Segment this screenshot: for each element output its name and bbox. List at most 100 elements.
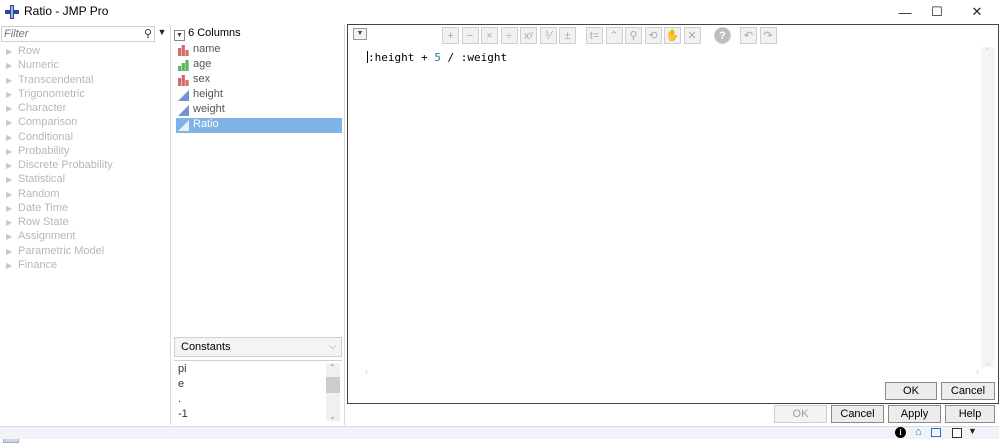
function-category-label: Statistical xyxy=(18,173,66,186)
local-icon[interactable]: ⚲ xyxy=(625,27,642,44)
columns-menu-icon[interactable]: ▼ xyxy=(174,30,185,41)
expand-arrow-icon[interactable]: ▶ xyxy=(6,61,18,70)
scroll-down-icon[interactable]: ⌄ xyxy=(984,358,991,367)
function-category-item[interactable]: ▶ Comparison xyxy=(6,116,77,130)
filter-box[interactable]: ⚲ xyxy=(1,26,155,42)
expand-arrow-icon[interactable]: ▶ xyxy=(6,190,18,199)
expand-arrow-icon[interactable]: ▶ xyxy=(6,204,18,213)
scroll-thumb[interactable] xyxy=(326,377,340,393)
column-label: age xyxy=(193,58,212,70)
expand-arrow-icon[interactable]: ▶ xyxy=(6,90,18,99)
function-category-item[interactable]: ▶ Parametric Model xyxy=(6,245,104,259)
expand-arrow-icon[interactable]: ▶ xyxy=(6,247,18,256)
dialog-cancel-button[interactable]: Cancel xyxy=(831,405,884,423)
scroll-down-icon[interactable]: ⌄ xyxy=(329,412,336,421)
expand-arrow-icon[interactable]: ▶ xyxy=(6,118,18,127)
function-category-item[interactable]: ▶ Random xyxy=(6,188,60,202)
multiply-icon[interactable]: × xyxy=(481,27,498,44)
function-category-item[interactable]: ▶ Conditional xyxy=(6,131,73,145)
plus-icon[interactable]: + xyxy=(442,27,459,44)
function-category-item[interactable]: ▶ Probability xyxy=(6,145,69,159)
function-category-item[interactable]: ▶ Finance xyxy=(6,259,57,273)
function-category-label: Numeric xyxy=(18,59,59,72)
column-item-ratio[interactable]: Ratio xyxy=(176,118,342,133)
constants-scrollbar[interactable]: ⌃ ⌄ xyxy=(326,363,340,421)
scroll-right-icon[interactable]: › xyxy=(976,366,979,376)
formula-number[interactable]: 5 xyxy=(434,51,441,64)
columns-header[interactable]: ▼ 6 Columns xyxy=(174,27,241,41)
expand-arrow-icon[interactable]: ▶ xyxy=(6,175,18,184)
swap-icon[interactable]: ⟲ xyxy=(644,27,662,44)
delete-icon[interactable]: ✕ xyxy=(683,27,701,44)
editor-horizontal-scrollbar[interactable]: ‹ › xyxy=(365,366,979,379)
column-item-age[interactable]: age xyxy=(176,58,342,73)
window-list-icon[interactable] xyxy=(931,428,941,437)
formula-part-height[interactable]: :height + xyxy=(368,51,434,64)
expand-arrow-icon[interactable]: ▶ xyxy=(6,76,18,85)
constant-item[interactable]: pi xyxy=(178,363,187,377)
constants-dropdown[interactable]: Constants ⌵ xyxy=(174,337,342,357)
expand-arrow-icon[interactable]: ▶ xyxy=(6,47,18,56)
info-icon[interactable]: i xyxy=(895,427,906,438)
expand-arrow-icon[interactable]: ▶ xyxy=(6,232,18,241)
formula-expression[interactable]: :height + 5 / :weight xyxy=(367,51,507,64)
column-item-height[interactable]: height xyxy=(176,88,342,103)
scroll-left-icon[interactable]: ‹ xyxy=(365,366,368,376)
formula-editor: ▼ + − × ÷ xʸ ⅟ ± t= ⌃ ⚲ ⟲ ✋ ✕? ↶ ↷ :height + 5 / :weig… xyxy=(347,24,999,404)
divide-icon[interactable]: ÷ xyxy=(500,27,518,44)
function-category-item[interactable]: ▶ Transcendental xyxy=(6,74,93,88)
expand-arrow-icon[interactable]: ▶ xyxy=(6,147,18,156)
function-category-item[interactable]: ▶ Numeric xyxy=(6,59,59,73)
dialog-apply-button[interactable]: Apply xyxy=(888,405,941,423)
help-icon[interactable]: ? xyxy=(714,27,731,44)
function-category-item[interactable]: ▶ Row State xyxy=(6,216,69,230)
expand-arrow-icon[interactable]: ▶ xyxy=(6,218,18,227)
function-category-item[interactable]: ▶ Statistical xyxy=(6,173,65,187)
formula-part-weight[interactable]: / :weight xyxy=(441,51,507,64)
filter-input[interactable] xyxy=(4,27,134,41)
expand-arrow-icon[interactable]: ▶ xyxy=(6,133,18,142)
up-icon[interactable]: ⌃ xyxy=(605,27,623,44)
dialog-help-button[interactable]: Help xyxy=(945,405,995,423)
redo-icon[interactable]: ↷ xyxy=(759,27,777,44)
checkbox-icon[interactable] xyxy=(952,428,962,438)
column-item-weight[interactable]: weight xyxy=(176,103,342,118)
expand-arrow-icon[interactable]: ▶ xyxy=(6,261,18,270)
chevron-down-icon[interactable]: ▼ xyxy=(968,426,977,436)
function-category-item[interactable]: ▶ Character xyxy=(6,102,66,116)
close-button[interactable]: ✕ xyxy=(954,0,999,24)
formula-canvas[interactable]: :height + 5 / :weight xyxy=(365,47,979,367)
dialog-ok-button[interactable]: OK xyxy=(774,405,827,423)
editor-ok-button[interactable]: OK xyxy=(885,382,937,400)
search-icon[interactable]: ⚲ xyxy=(144,27,152,40)
assign-icon[interactable]: t= xyxy=(586,27,603,44)
constant-item[interactable]: . xyxy=(178,393,181,407)
column-item-name[interactable]: name xyxy=(176,43,342,58)
peel-icon[interactable]: ✋ xyxy=(664,27,681,44)
function-category-label: Conditional xyxy=(18,130,74,143)
function-category-item[interactable]: ▶ Date Time xyxy=(6,202,68,216)
scroll-up-icon[interactable]: ⌃ xyxy=(329,363,336,372)
home-icon[interactable]: ⌂ xyxy=(915,426,922,438)
filter-dropdown-icon[interactable]: ▼ xyxy=(156,27,168,41)
function-category-item[interactable]: ▶ Assignment xyxy=(6,230,75,244)
function-category-item[interactable]: ▶ Row xyxy=(6,45,40,59)
plus-minus-icon[interactable]: ± xyxy=(559,27,576,44)
function-category-item[interactable]: ▶ Discrete Probability xyxy=(6,159,113,173)
editor-cancel-button[interactable]: Cancel xyxy=(941,382,995,400)
power-icon[interactable]: xʸ xyxy=(520,27,537,44)
undo-icon[interactable]: ↶ xyxy=(740,27,757,44)
fraction-icon[interactable]: ⅟ xyxy=(539,27,557,44)
nominal-modeling-type-icon xyxy=(178,45,189,56)
scroll-up-icon[interactable]: ⌃ xyxy=(984,47,991,56)
function-category-label: Finance xyxy=(18,258,58,271)
column-item-sex[interactable]: sex xyxy=(176,73,342,88)
expand-arrow-icon[interactable]: ▶ xyxy=(6,104,18,113)
editor-menu-icon[interactable]: ▼ xyxy=(353,28,367,40)
minus-icon[interactable]: − xyxy=(461,27,479,44)
editor-vertical-scrollbar[interactable]: ⌃ ⌄ xyxy=(981,47,995,367)
function-category-item[interactable]: ▶ Trigonometric xyxy=(6,88,85,102)
constant-item[interactable]: -1 xyxy=(178,408,188,422)
constant-item[interactable]: e xyxy=(178,378,184,392)
expand-arrow-icon[interactable]: ▶ xyxy=(6,161,18,170)
